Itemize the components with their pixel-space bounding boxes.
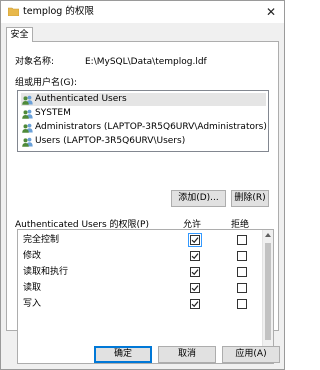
perm-row-read-execute: 读取和执行 bbox=[18, 264, 263, 280]
modify-allow-checkbox[interactable] bbox=[190, 251, 200, 261]
checkmark-icon bbox=[191, 269, 199, 276]
read-deny-checkbox[interactable] bbox=[237, 283, 247, 293]
checkmark-icon bbox=[191, 237, 199, 244]
add-button[interactable]: 添加(D)... bbox=[171, 190, 226, 207]
folder-icon bbox=[8, 7, 19, 16]
title-bar: templog 的权限 ✕ bbox=[1, 1, 284, 23]
permissions-scrollbar[interactable] bbox=[262, 230, 273, 363]
list-item-label: Users (LAPTOP-3R5Q6URV\Users) bbox=[35, 136, 186, 146]
perm-row-write: 写入 bbox=[18, 296, 263, 312]
read-allow-checkbox[interactable] bbox=[190, 283, 200, 293]
groups-listbox[interactable]: Authenticated Users SYSTEM Administrator… bbox=[17, 90, 269, 152]
security-tab-panel: 对象名称: E:\MySQL\Data\templog.ldf 组或用户名(G)… bbox=[6, 41, 279, 364]
perm-name: 读取和执行 bbox=[23, 267, 69, 277]
perm-row-read: 读取 bbox=[18, 280, 263, 296]
read-execute-deny-checkbox[interactable] bbox=[237, 267, 247, 277]
perm-name: 修改 bbox=[23, 251, 42, 261]
list-item-label: Authenticated Users bbox=[35, 94, 127, 104]
list-item-administrators[interactable]: Administrators (LAPTOP-3R5Q6URV\Administ… bbox=[21, 121, 267, 134]
users-icon bbox=[22, 95, 33, 105]
read-execute-allow-checkbox[interactable] bbox=[190, 267, 200, 277]
object-name-value: E:\MySQL\Data\templog.ldf bbox=[85, 57, 207, 67]
checkmark-icon bbox=[191, 285, 199, 292]
list-item-label: Administrators (LAPTOP-3R5Q6URV\Administ… bbox=[35, 122, 267, 132]
permissions-list: 完全控制 修改 读取和执行 读取 写入 bbox=[17, 229, 274, 364]
scroll-up-arrow-icon[interactable] bbox=[265, 233, 271, 237]
permissions-dialog: templog 的权限 ✕ 安全 对象名称: E:\MySQL\Data\tem… bbox=[0, 0, 285, 370]
full-control-deny-checkbox[interactable] bbox=[237, 235, 247, 245]
groups-label: 组或用户名(G): bbox=[15, 78, 78, 88]
perm-name: 读取 bbox=[23, 283, 42, 293]
modify-deny-checkbox[interactable] bbox=[237, 251, 247, 261]
checkmark-icon bbox=[191, 253, 199, 260]
list-item-system[interactable]: SYSTEM bbox=[21, 107, 266, 120]
apply-button[interactable]: 应用(A) bbox=[222, 346, 280, 363]
users-icon bbox=[22, 123, 33, 133]
perm-row-full-control: 完全控制 bbox=[18, 232, 263, 248]
cancel-button[interactable]: 取消 bbox=[158, 346, 216, 363]
full-control-allow-checkbox[interactable] bbox=[188, 233, 202, 247]
ok-button[interactable]: 确定 bbox=[94, 346, 152, 363]
users-icon bbox=[22, 109, 33, 119]
perm-name: 写入 bbox=[23, 299, 42, 309]
list-item-users[interactable]: Users (LAPTOP-3R5Q6URV\Users) bbox=[21, 135, 266, 148]
users-icon bbox=[22, 137, 33, 147]
close-button[interactable]: ✕ bbox=[264, 5, 278, 19]
list-item-label: SYSTEM bbox=[35, 108, 71, 118]
tab-security[interactable]: 安全 bbox=[6, 27, 33, 42]
perm-name: 完全控制 bbox=[23, 235, 60, 245]
write-allow-checkbox[interactable] bbox=[190, 299, 200, 309]
window-title: templog 的权限 bbox=[23, 6, 94, 17]
remove-button[interactable]: 删除(R) bbox=[231, 190, 269, 207]
checkmark-icon bbox=[191, 301, 199, 308]
scroll-thumb[interactable] bbox=[265, 243, 271, 340]
list-item-authenticated-users[interactable]: Authenticated Users bbox=[21, 93, 266, 106]
perm-row-modify: 修改 bbox=[18, 248, 263, 264]
object-name-label: 对象名称: bbox=[15, 57, 55, 67]
write-deny-checkbox[interactable] bbox=[237, 299, 247, 309]
